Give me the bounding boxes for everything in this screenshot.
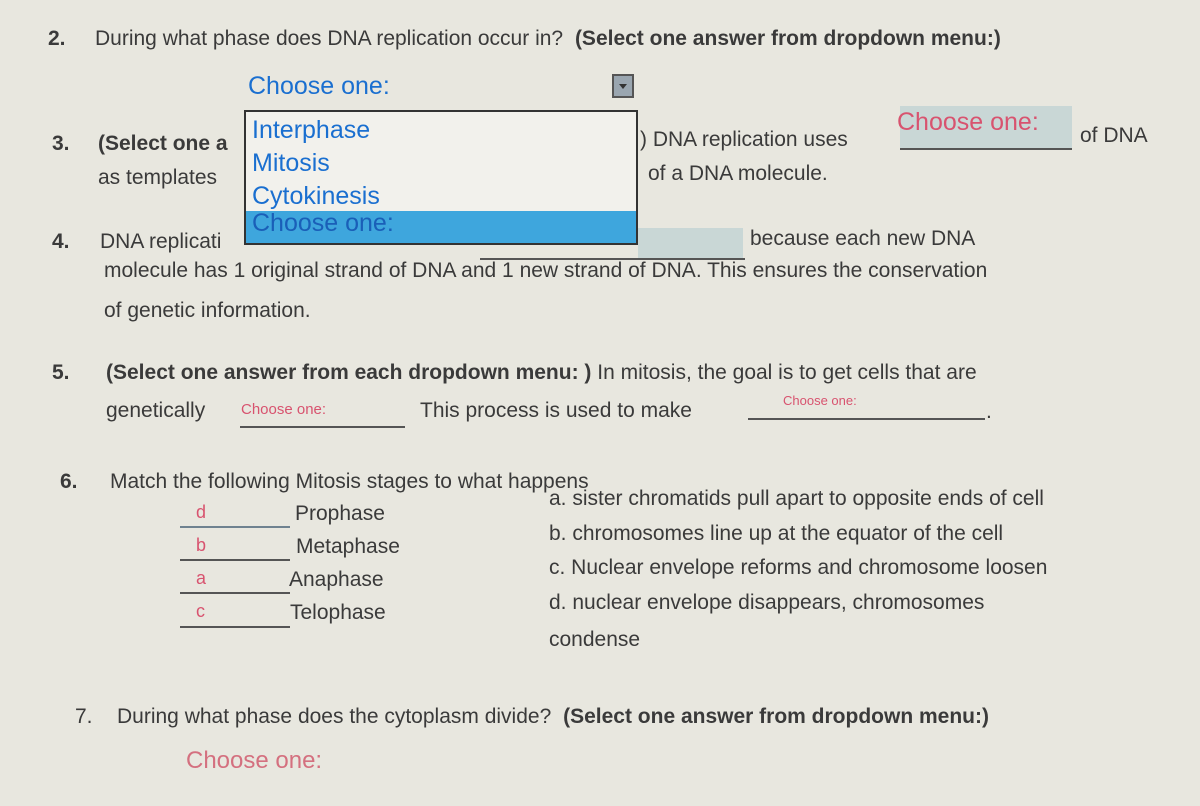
q4-number: 4.: [52, 230, 70, 253]
q7-number: 7.: [75, 705, 93, 728]
description-a: a. sister chromatids pull apart to oppos…: [549, 487, 1044, 510]
stage-answer-input[interactable]: d: [196, 502, 206, 523]
q2-text: During what phase does DNA replication o…: [95, 27, 564, 50]
chevron-down-icon: [619, 84, 627, 89]
q2-instruction: (Select one answer from dropdown menu:): [574, 27, 1001, 50]
q2-select[interactable]: Choose one:: [244, 72, 638, 102]
stage-name: Telophase: [290, 601, 386, 624]
q3-underline: [900, 148, 1072, 150]
q3-number: 3.: [52, 132, 70, 155]
description-d-cont: condense: [549, 628, 641, 651]
q2-dropdown-list[interactable]: Interphase Mitosis Cytokinesis Choose on…: [244, 110, 638, 245]
q7-question: During what phase does the cytoplasm div…: [117, 705, 989, 729]
stage-name: Anaphase: [289, 568, 384, 591]
q4-line2: molecule has 1 original strand of DNA an…: [104, 259, 988, 282]
description-d: d. nuclear envelope disappears, chromoso…: [549, 591, 985, 614]
q4-text-a: DNA replicati: [100, 230, 222, 253]
q5-select-2-value: Choose one:: [783, 393, 857, 408]
option-interphase[interactable]: Interphase: [252, 114, 370, 146]
q3-text-a: (Select one a: [98, 132, 228, 155]
stage-answer-input[interactable]: c: [196, 601, 205, 622]
description-b: b. chromosomes line up at the equator of…: [549, 522, 1004, 545]
q5-text-b: genetically: [106, 399, 206, 422]
q3-text-b: ) DNA replication uses: [640, 128, 848, 151]
option-mitosis[interactable]: Mitosis: [252, 147, 330, 179]
stage-name: Prophase: [295, 502, 385, 525]
q3-text-e: of a DNA molecule.: [648, 162, 828, 185]
q7-select-value: Choose one:: [186, 747, 323, 774]
q6-text: Match the following Mitosis stages to wh…: [110, 470, 589, 493]
q5-select-1[interactable]: Choose one:: [240, 400, 405, 426]
q3-select[interactable]: Choose one:: [897, 106, 1072, 148]
q3-select-value: Choose one:: [897, 108, 1039, 136]
q5-text-c: This process is used to make: [420, 399, 692, 422]
q3-text-d: as templates: [98, 166, 218, 189]
stage-answer-underline: [180, 559, 290, 561]
q3-text-c: of DNA: [1080, 124, 1148, 147]
q7-select[interactable]: Choose one:: [184, 746, 424, 776]
stage-answer-input[interactable]: a: [196, 568, 206, 589]
option-choose-one-label: Choose one:: [252, 209, 394, 237]
stage-answer-underline: [180, 526, 290, 528]
stage-answer-underline: [180, 626, 290, 628]
q4-select[interactable]: [638, 228, 743, 258]
stage-answer-underline: [180, 592, 290, 594]
dropdown-arrow-button[interactable]: [612, 74, 634, 98]
q4-text-b: because each new DNA: [750, 227, 976, 250]
q5-line1: (Select one answer from each dropdown me…: [106, 361, 977, 385]
stage-name: Metaphase: [296, 535, 400, 558]
q5-select-2[interactable]: Choose one:: [748, 393, 985, 419]
q4-line3: of genetic information.: [104, 299, 311, 322]
q7-instruction: (Select one answer from dropdown menu:): [563, 705, 989, 728]
q5-underline-1: [240, 426, 405, 428]
q5-instruction: (Select one answer from each dropdown me…: [106, 361, 592, 384]
q5-text-d: .: [986, 400, 992, 423]
q5-select-1-value: Choose one:: [241, 401, 327, 418]
option-choose-one-highlighted[interactable]: Choose one:: [246, 209, 636, 243]
q6-number: 6.: [60, 470, 78, 493]
q5-underline-2: [748, 418, 985, 420]
q2-number: 2.: [48, 27, 66, 50]
stage-answer-input[interactable]: b: [196, 535, 206, 556]
q7-text: During what phase does the cytoplasm div…: [117, 705, 552, 728]
q2-select-value: Choose one:: [248, 72, 390, 100]
q5-text-a: In mitosis, the goal is to get cells tha…: [597, 361, 977, 384]
q2-question: During what phase does DNA replication o…: [95, 27, 1001, 51]
q5-number: 5.: [52, 361, 70, 384]
description-c: c. Nuclear envelope reforms and chromoso…: [549, 556, 1048, 579]
